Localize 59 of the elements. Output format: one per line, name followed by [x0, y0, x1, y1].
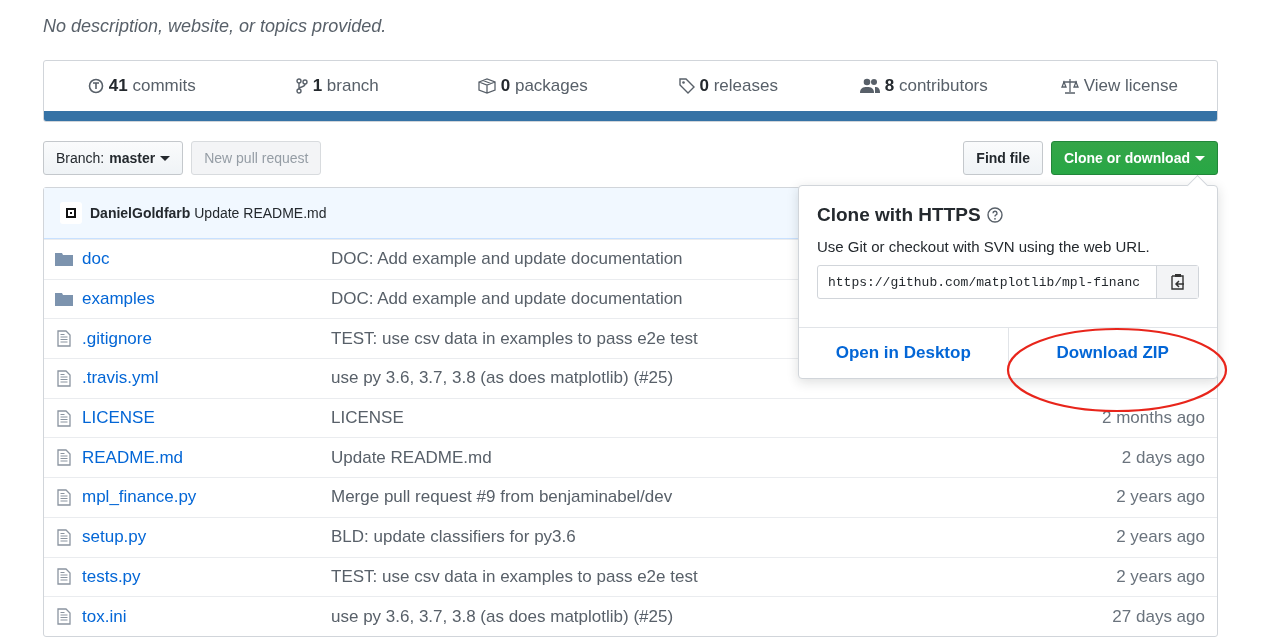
- find-file-button[interactable]: Find file: [963, 141, 1043, 175]
- file-name-link[interactable]: tests.py: [82, 566, 141, 586]
- panel-help-text: Use Git or checkout with SVN using the web URL.: [817, 238, 1151, 255]
- people-icon: [859, 78, 880, 94]
- commit-message-link[interactable]: LICENSE: [331, 408, 404, 428]
- commit-age: 2 years ago: [1116, 487, 1206, 508]
- stat-link[interactable]: 41 commits: [44, 76, 240, 96]
- file-icon: [57, 568, 71, 586]
- commit-message-link[interactable]: use py 3.6, 3.7, 3.8 (as does matplotlib) (#25): [331, 606, 674, 626]
- commit-author[interactable]: DanielGoldfarb: [90, 205, 191, 221]
- commit-age: 2 years ago: [1116, 566, 1206, 587]
- file-icon: [57, 409, 71, 427]
- commit-age: 2 days ago: [1121, 447, 1206, 468]
- folder-icon: [55, 292, 73, 307]
- file-name-link[interactable]: mpl_finance.py: [82, 487, 197, 507]
- panel-title: Clone with HTTPS: [817, 204, 981, 226]
- file-name-link[interactable]: doc: [82, 249, 110, 269]
- stat-link[interactable]: View license: [1021, 76, 1217, 96]
- file-icon: [57, 449, 71, 467]
- branch-icon: [295, 78, 308, 94]
- commit-message-link[interactable]: TEST: use csv data in examples to pass e2e test: [331, 566, 698, 586]
- file-icon: [57, 608, 71, 626]
- commit-message-link[interactable]: use py 3.6, 3.7, 3.8 (as does matplotlib) (#25): [331, 368, 674, 388]
- history-icon: [87, 78, 104, 94]
- caret-icon: [160, 155, 171, 161]
- file-icon: [57, 369, 71, 387]
- commit-message-link[interactable]: BLD: update classifiers for py3.6: [331, 527, 576, 547]
- stat-link[interactable]: 1 branch: [239, 76, 435, 96]
- commit-message-link[interactable]: DOC: Add example and update documentation: [331, 289, 683, 309]
- package-icon: [477, 78, 496, 94]
- file-name-link[interactable]: tox.ini: [82, 606, 127, 626]
- file-icon: [57, 528, 71, 546]
- commit-age: 27 days ago: [1112, 606, 1206, 627]
- caret-icon: [1195, 155, 1205, 161]
- file-icon: [57, 330, 71, 348]
- file-name-link[interactable]: .gitignore: [82, 328, 152, 348]
- file-name-link[interactable]: LICENSE: [82, 408, 155, 428]
- stat-link[interactable]: 0 packages: [435, 76, 631, 96]
- stat-link[interactable]: 8 contributors: [826, 76, 1022, 96]
- file-icon: [57, 488, 71, 506]
- commit-message-link[interactable]: DOC: Add example and update documentation: [331, 249, 683, 269]
- file-name-link[interactable]: examples: [82, 289, 155, 309]
- repo-description: No description, website, or topics provided.: [43, 16, 388, 37]
- commit-message[interactable]: Update README.md: [194, 205, 327, 221]
- tag-icon: [678, 78, 695, 94]
- stat-link[interactable]: 0 releases: [630, 76, 826, 96]
- branch-dropdown[interactable]: Branch: master: [43, 141, 184, 175]
- scales-icon: [1060, 78, 1079, 94]
- commit-age: 2 years ago: [1116, 527, 1206, 548]
- commit-message-link[interactable]: Update README.md: [331, 447, 492, 467]
- panel-action-link[interactable]: Open in Desktop: [799, 328, 1008, 378]
- commit-message-link[interactable]: Merge pull request #9 from benjaminabel/dev: [331, 487, 673, 507]
- avatar-icon: [66, 208, 76, 218]
- file-name-link[interactable]: README.md: [82, 447, 184, 467]
- help-icon[interactable]: [986, 207, 1003, 223]
- commit-message-link[interactable]: TEST: use csv data in examples to pass e2e test: [331, 328, 698, 348]
- file-name-link[interactable]: setup.py: [82, 527, 147, 547]
- file-name-link[interactable]: .travis.yml: [82, 368, 159, 388]
- folder-icon: [55, 252, 73, 267]
